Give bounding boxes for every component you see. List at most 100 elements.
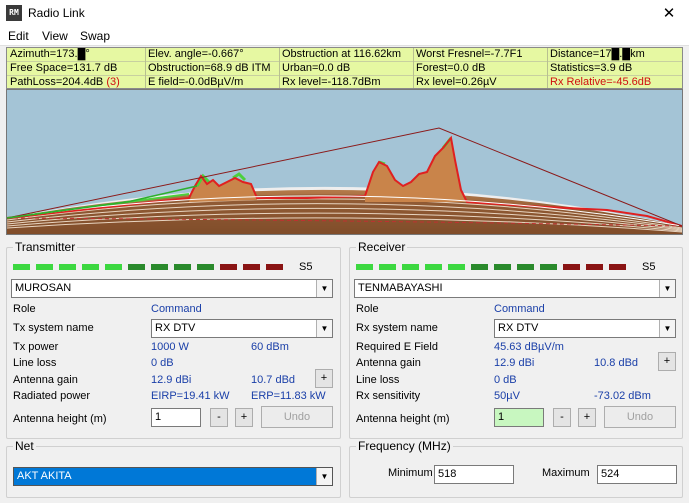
tx-height-plus-button[interactable]: + <box>235 408 253 427</box>
rx-gain-label: Antenna gain <box>356 357 421 369</box>
rx-sensitivity-label: Rx sensitivity <box>356 390 421 402</box>
elevation-angle-value: Elev. angle=-0.667° <box>148 48 244 60</box>
rx-height-input[interactable]: 1 <box>494 408 544 427</box>
menu-bar: Edit View Swap <box>0 26 689 46</box>
rx-efield-label: Required E Field <box>356 341 438 353</box>
rx-system-select[interactable]: RX DTV ▼ <box>494 319 676 338</box>
rx-undo-button[interactable]: Undo <box>604 406 676 428</box>
rx-relative-value: Rx Relative=-45.6dB <box>550 76 652 88</box>
forest-loss-value: Forest=0.0 dB <box>416 62 486 74</box>
rx-role-label: Role <box>356 303 379 315</box>
receiver-panel: Receiver S5 TENMABAYASHI ▼ Role Command R… <box>349 240 683 439</box>
tx-eirp-value: EIRP=19.41 kW <box>151 390 230 402</box>
terrain-profile-view[interactable] <box>6 89 683 235</box>
transmitter-title: Transmitter <box>13 240 78 254</box>
chevron-down-icon[interactable]: ▼ <box>316 280 332 297</box>
title-bar: RM Radio Link ✕ <box>0 0 689 26</box>
meter-segment <box>220 264 237 270</box>
meter-segment <box>379 264 396 270</box>
statistics-loss-value: Statistics=3.9 dB <box>550 62 633 74</box>
rx-line-loss-label: Line loss <box>356 374 400 386</box>
rx-line-loss-value: 0 dB <box>494 374 517 386</box>
tx-radiated-label: Radiated power <box>13 390 91 402</box>
meter-segment <box>59 264 76 270</box>
meter-segment <box>471 264 488 270</box>
tx-power-dbm: 60 dBm <box>251 341 289 353</box>
chevron-down-icon[interactable]: ▼ <box>316 468 332 485</box>
meter-segment <box>563 264 580 270</box>
rx-level-uv-value: Rx level=0.26µV <box>416 76 497 88</box>
tx-undo-button[interactable]: Undo <box>261 406 333 428</box>
meter-segment <box>105 264 122 270</box>
rx-role-value: Command <box>494 303 545 315</box>
tx-power-label: Tx power <box>13 341 59 353</box>
rx-station-select[interactable]: TENMABAYASHI ▼ <box>354 279 676 298</box>
meter-segment <box>36 264 53 270</box>
frequency-max-input[interactable]: 524 <box>597 465 677 484</box>
path-loss-text: PathLoss=204.4dB <box>10 76 104 88</box>
rx-station-value: TENMABAYASHI <box>358 282 443 294</box>
meter-segment <box>425 264 442 270</box>
rx-system-label: Rx system name <box>356 322 438 334</box>
rx-gain-dbi: 12.9 dBi <box>494 357 535 369</box>
meter-segment <box>402 264 419 270</box>
tx-signal-meter <box>13 264 285 270</box>
azimuth-value: Azimuth=173.█° <box>10 48 90 60</box>
meter-segment <box>586 264 603 270</box>
rx-level-dbm-value: Rx level=-118.7dBm <box>282 76 381 88</box>
rx-system-value: RX DTV <box>498 322 539 334</box>
receiver-title: Receiver <box>356 240 408 254</box>
app-logo-icon: RM <box>6 5 22 21</box>
tx-height-label: Antenna height (m) <box>13 413 107 425</box>
window-title: Radio Link <box>28 6 85 20</box>
frequency-title: Frequency (MHz) <box>356 439 453 453</box>
close-icon[interactable]: ✕ <box>649 0 689 26</box>
rx-gain-plus-button[interactable]: + <box>658 352 676 371</box>
meter-segment <box>151 264 168 270</box>
tx-station-select[interactable]: MUROSAN ▼ <box>11 279 333 298</box>
meter-segment <box>356 264 373 270</box>
menu-edit[interactable]: Edit <box>8 29 29 43</box>
chevron-down-icon[interactable]: ▼ <box>316 320 332 337</box>
path-loss-value: PathLoss=204.4dB (3) <box>7 76 145 89</box>
frequency-min-label: Minimum <box>388 467 433 479</box>
chevron-down-icon[interactable]: ▼ <box>659 320 675 337</box>
meter-segment <box>82 264 99 270</box>
meter-segment <box>609 264 626 270</box>
tx-height-input[interactable]: 1 <box>151 408 201 427</box>
net-select[interactable]: AKT AKITA ▼ <box>13 467 333 486</box>
meter-segment <box>540 264 557 270</box>
rx-height-label: Antenna height (m) <box>356 413 450 425</box>
tx-gain-plus-button[interactable]: + <box>315 369 333 388</box>
rx-height-plus-button[interactable]: + <box>578 408 596 427</box>
e-field-value: E field=-0.0dBµV/m <box>148 76 244 88</box>
menu-view[interactable]: View <box>42 29 68 43</box>
frequency-min-input[interactable]: 518 <box>434 465 514 484</box>
meter-segment <box>494 264 511 270</box>
transmitter-panel: Transmitter S5 MUROSAN ▼ Role Command Tx … <box>6 240 341 439</box>
rx-signal-meter <box>356 264 628 270</box>
tx-system-select[interactable]: RX DTV ▼ <box>151 319 333 338</box>
tx-gain-label: Antenna gain <box>13 374 78 386</box>
tx-line-loss-value: 0 dB <box>151 357 174 369</box>
tx-role-value: Command <box>151 303 202 315</box>
terrain-peak-east <box>365 138 467 202</box>
urban-loss-value: Urban=0.0 dB <box>282 62 351 74</box>
tx-gain-dbi: 12.9 dBi <box>151 374 192 386</box>
frequency-panel: Frequency (MHz) Minimum 518 Maximum 524 <box>349 439 683 498</box>
meter-segment <box>517 264 534 270</box>
chevron-down-icon[interactable]: ▼ <box>659 280 675 297</box>
tx-line-loss-label: Line loss <box>13 357 57 369</box>
rx-height-minus-button[interactable]: - <box>553 408 571 427</box>
worst-fresnel-value: Worst Fresnel=-7.7F1 <box>416 48 523 60</box>
tx-erp-value: ERP=11.83 kW <box>251 390 326 402</box>
tx-system-value: RX DTV <box>155 322 196 334</box>
net-title: Net <box>13 439 36 453</box>
obstruction-loss-value: Obstruction=68.9 dB ITM <box>148 62 271 74</box>
menu-swap[interactable]: Swap <box>80 29 110 43</box>
rx-sensitivity-uv: 50µV <box>494 390 520 402</box>
meter-segment <box>243 264 260 270</box>
rx-sensitivity-dbm: -73.02 dBm <box>594 390 651 402</box>
rx-signal-label: S5 <box>642 261 656 273</box>
tx-height-minus-button[interactable]: - <box>210 408 228 427</box>
